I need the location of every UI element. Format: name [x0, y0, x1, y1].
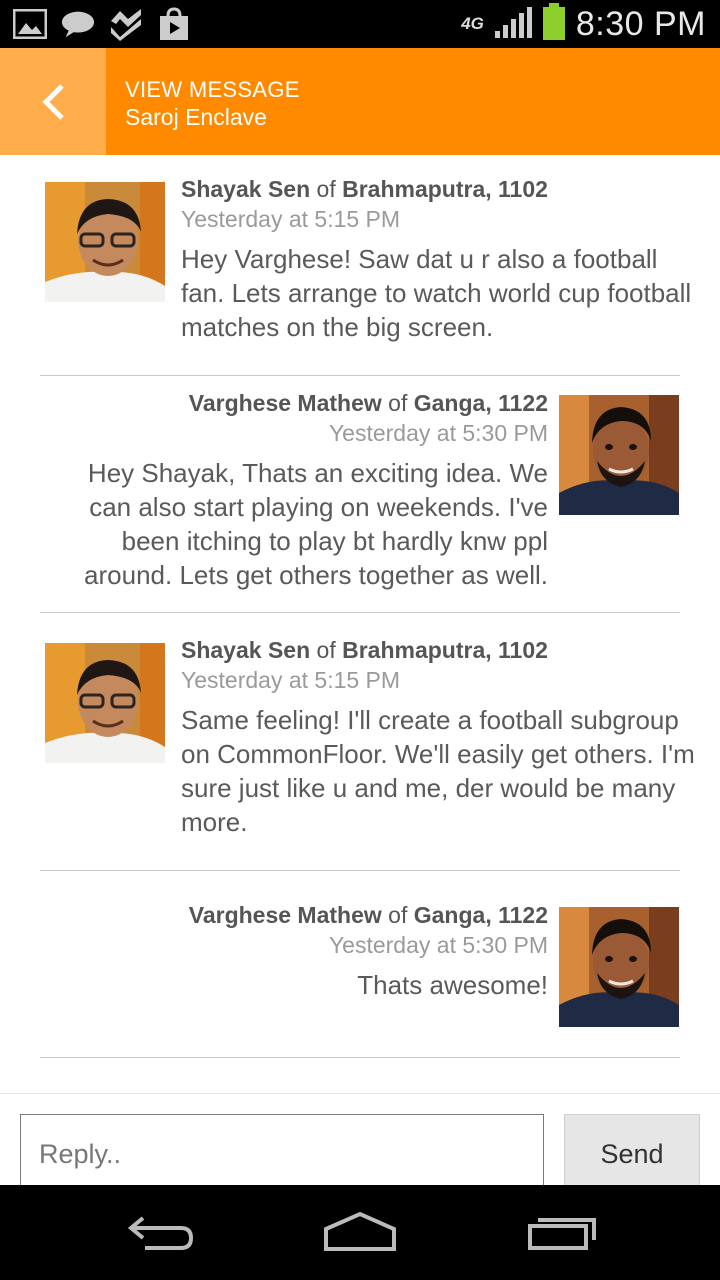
navigation-bar	[0, 1185, 720, 1280]
avatar[interactable]	[45, 182, 165, 302]
network-type-label: 4G	[461, 14, 484, 33]
message-text: Same feeling! I'll create a football sub…	[181, 705, 695, 837]
dropbox-icon	[108, 7, 144, 41]
message-content: Varghese Mathew of Ganga, 1122 Yesterday…	[40, 900, 548, 1002]
shopping-bag-icon	[156, 7, 192, 41]
message-text: Hey Varghese! Saw dat u r also a footbal…	[181, 244, 692, 342]
reply-bar: Send	[0, 1093, 720, 1194]
sender-location: Ganga, 1122	[413, 390, 548, 416]
avatar[interactable]	[559, 395, 679, 515]
message-sender: Shayak Sen of Brahmaputra, 1102	[181, 635, 701, 665]
message-sender: Shayak Sen of Brahmaputra, 1102	[181, 174, 701, 204]
message-item: Shayak Sen of Brahmaputra, 1102 Yesterda…	[40, 637, 695, 842]
message-item: Shayak Sen of Brahmaputra, 1102 Yesterda…	[40, 176, 691, 352]
message-sender: Varghese Mathew of Ganga, 1122	[40, 900, 548, 930]
sender-location: Brahmaputra, 1102	[342, 176, 548, 202]
page-subtitle: Saroj Enclave	[125, 104, 267, 130]
message-sender: Varghese Mathew of Ganga, 1122	[40, 388, 548, 418]
sender-of: of	[316, 637, 336, 663]
home-icon[interactable]	[320, 1207, 400, 1257]
back-icon[interactable]	[120, 1207, 200, 1257]
divider	[40, 612, 680, 613]
sender-of: of	[388, 902, 408, 928]
back-button[interactable]	[0, 48, 106, 155]
message-content: Shayak Sen of Brahmaputra, 1102 Yesterda…	[181, 174, 701, 344]
system-indicators: 4G 8:30 PM	[461, 0, 706, 48]
message-item: Varghese Mathew of Ganga, 1122 Yesterday…	[40, 902, 680, 1036]
chat-bubble-icon	[60, 7, 96, 41]
message-timestamp: Yesterday at 5:15 PM	[181, 206, 401, 232]
chevron-left-icon	[42, 83, 64, 120]
message-content: Varghese Mathew of Ganga, 1122 Yesterday…	[40, 388, 548, 592]
clock: 8:30 PM	[575, 4, 706, 43]
sender-of: of	[388, 390, 408, 416]
divider	[40, 870, 680, 871]
message-text: Hey Shayak, Thats an exciting idea. We c…	[84, 458, 548, 590]
sender-name[interactable]: Shayak Sen	[181, 176, 310, 202]
message-timestamp: Yesterday at 5:30 PM	[328, 420, 548, 446]
recent-apps-icon[interactable]	[522, 1207, 602, 1257]
message-item: Varghese Mathew of Ganga, 1122 Yesterday…	[40, 390, 680, 594]
action-bar: VIEW MESSAGE Saroj Enclave	[0, 48, 720, 155]
sender-name[interactable]: Shayak Sen	[181, 637, 310, 663]
sender-location: Brahmaputra, 1102	[342, 637, 548, 663]
message-text: Thats awesome!	[357, 970, 548, 1000]
message-timestamp: Yesterday at 5:30 PM	[328, 932, 548, 958]
avatar[interactable]	[45, 643, 165, 763]
status-bar: 4G 8:30 PM	[0, 0, 720, 48]
divider	[40, 375, 680, 376]
sender-of: of	[316, 176, 336, 202]
send-button[interactable]: Send	[564, 1114, 700, 1194]
battery-icon	[542, 2, 566, 46]
signal-icon	[494, 5, 532, 44]
reply-input[interactable]	[20, 1114, 544, 1194]
sender-location: Ganga, 1122	[413, 902, 548, 928]
sender-name[interactable]: Varghese Mathew	[189, 902, 382, 928]
notification-icons	[12, 6, 192, 42]
divider	[40, 1057, 680, 1058]
page-title: VIEW MESSAGE	[125, 77, 300, 102]
gallery-icon	[12, 7, 48, 41]
message-content: Shayak Sen of Brahmaputra, 1102 Yesterda…	[181, 635, 701, 839]
sender-name[interactable]: Varghese Mathew	[189, 390, 382, 416]
avatar[interactable]	[559, 907, 679, 1027]
message-timestamp: Yesterday at 5:15 PM	[181, 667, 401, 693]
